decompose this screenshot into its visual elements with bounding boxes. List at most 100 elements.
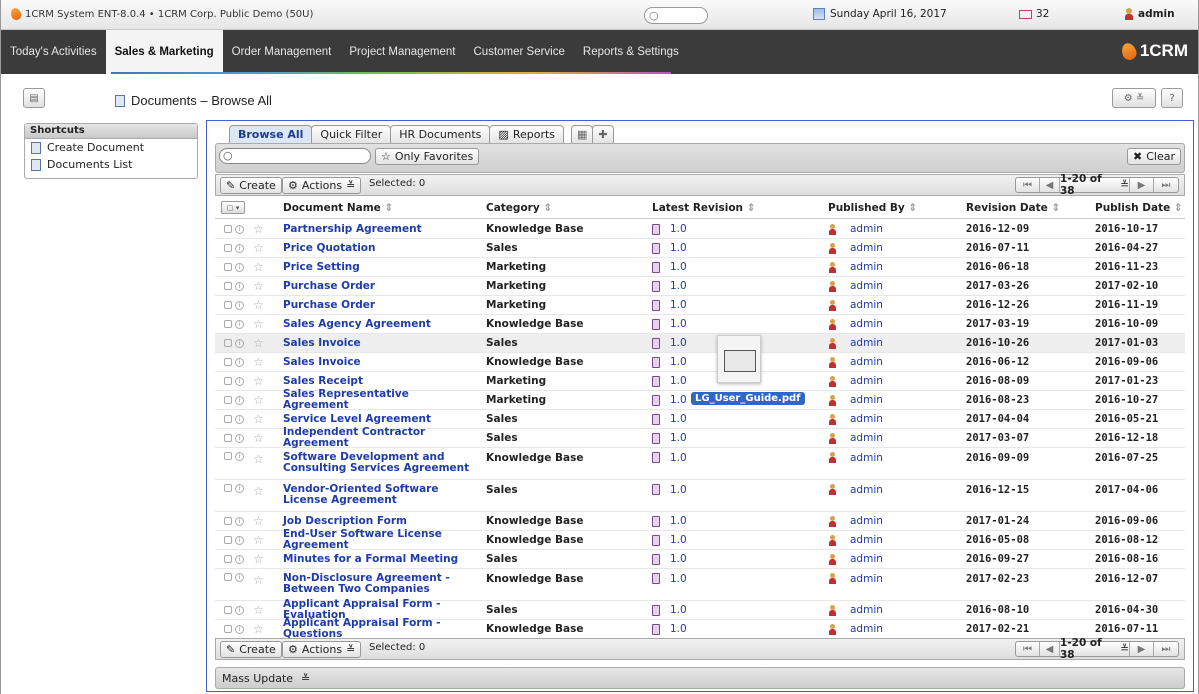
document-name-link[interactable]: Sales Representative Agreement (283, 389, 478, 411)
revision-cell[interactable]: 1.0 (652, 569, 687, 600)
clear-filter-button[interactable]: ✖ Clear (1127, 148, 1181, 165)
brand-logo[interactable]: 1CRM (1119, 40, 1188, 62)
favorite-star-icon[interactable]: ☆ (253, 533, 264, 547)
nav-tab-sales-marketing[interactable]: Sales & Marketing (105, 30, 223, 74)
table-row[interactable]: i ☆ Purchase Order Marketing 1.0 admin 2017-03… (215, 277, 1185, 296)
revision-cell[interactable]: 1.0 (652, 296, 687, 314)
favorite-star-icon[interactable]: ☆ (253, 279, 264, 293)
published-by-cell[interactable]: admin (829, 239, 883, 257)
revision-cell[interactable]: 1.0 (652, 620, 687, 638)
published-by-link[interactable]: admin (850, 534, 883, 546)
published-by-link[interactable]: admin (850, 356, 883, 368)
only-favorites-button[interactable]: ☆ Only Favorites (375, 148, 480, 165)
row-checkbox[interactable] (224, 225, 232, 233)
published-by-link[interactable]: admin (850, 280, 883, 292)
info-icon[interactable]: i (235, 535, 244, 545)
info-icon[interactable]: i (235, 243, 244, 253)
revision-link[interactable]: 1.0 (670, 223, 687, 235)
revision-cell[interactable]: 1.0 (652, 239, 687, 257)
table-row[interactable]: i ☆ Software Development and Consulting Se… (215, 448, 1185, 480)
nav-tab-todays-activities[interactable]: Today's Activities (1, 30, 106, 74)
published-by-cell[interactable]: admin (829, 601, 883, 619)
info-icon[interactable]: i (235, 300, 244, 310)
document-name-link[interactable]: Independent Contractor Agreement (283, 427, 478, 449)
row-checkbox[interactable] (224, 320, 232, 328)
calendar-date[interactable]: Sunday April 16, 2017 (813, 8, 947, 20)
document-name-link[interactable]: Applicant Appraisal Form - Questions (283, 618, 478, 640)
row-checkbox[interactable] (224, 555, 232, 563)
document-name-link[interactable]: Software Development and Consulting Serv… (283, 448, 478, 479)
table-row[interactable]: i ☆ Non-Disclosure Agreement - Between Two… (215, 569, 1185, 601)
table-row[interactable]: i ☆ Applicant Appraisal Form - Questions Kn… (215, 618, 1185, 640)
document-name-link[interactable]: Price Quotation (283, 239, 478, 257)
published-by-cell[interactable]: admin (829, 429, 883, 447)
actions-button[interactable]: ⚙ Actions ≚ (282, 177, 362, 194)
shortcut-create-document[interactable]: Create Document (25, 139, 197, 156)
revision-cell[interactable]: 1.0 (652, 531, 687, 549)
favorite-star-icon[interactable]: ☆ (253, 484, 264, 498)
published-by-cell[interactable]: admin (829, 410, 883, 428)
table-row[interactable]: i ☆ Minutes for a Formal Meeting Sales 1.0 ad… (215, 550, 1185, 569)
revision-link[interactable]: 1.0 (670, 413, 687, 425)
revision-cell[interactable]: 1.0 (652, 601, 687, 619)
table-row[interactable]: i ☆ Price Quotation Sales 1.0 admin 2016-07-11… (215, 239, 1185, 258)
published-by-link[interactable]: admin (850, 515, 883, 527)
revision-link[interactable]: 1.0 (670, 356, 687, 368)
published-by-cell[interactable]: admin (829, 512, 883, 530)
first-page-icon[interactable]: ⏮ (1016, 642, 1040, 656)
published-by-link[interactable]: admin (850, 413, 883, 425)
published-by-cell[interactable]: admin (829, 480, 883, 511)
shortcut-documents-list[interactable]: Documents List (25, 156, 197, 173)
published-by-cell[interactable]: admin (829, 258, 883, 276)
document-name-link[interactable]: Non-Disclosure Agreement - Between Two C… (283, 569, 478, 600)
revision-cell[interactable]: 1.0 (652, 480, 687, 511)
row-checkbox[interactable] (224, 244, 232, 252)
info-icon[interactable]: i (235, 319, 244, 329)
revision-cell[interactable]: 1.0 (652, 334, 687, 352)
row-checkbox[interactable] (224, 396, 232, 404)
col-header-published-by[interactable]: Published By ⇕ (828, 197, 917, 218)
document-name-link[interactable]: Sales Invoice (283, 353, 478, 371)
toggle-sidebar-button[interactable]: ▤ (23, 88, 45, 108)
revision-link[interactable]: 1.0 (670, 280, 687, 292)
revision-link[interactable]: 1.0 (670, 375, 687, 387)
row-checkbox[interactable] (224, 484, 232, 492)
nav-tab-project-management[interactable]: Project Management (340, 30, 464, 74)
info-icon[interactable]: i (235, 433, 244, 443)
nav-tab-customer-service[interactable]: Customer Service (465, 30, 574, 74)
tab-add[interactable]: ✚ (592, 125, 614, 143)
published-by-cell[interactable]: admin (829, 531, 883, 549)
published-by-link[interactable]: admin (850, 261, 883, 273)
create-button[interactable]: ✎ Create (220, 177, 282, 194)
tab-reports[interactable]: ▨ Reports (489, 125, 565, 143)
table-row[interactable]: i ☆ Independent Contractor Agreement Sales 1… (215, 427, 1185, 449)
row-checkbox[interactable] (224, 377, 232, 385)
document-name-link[interactable]: Partnership Agreement (283, 220, 478, 238)
document-name-link[interactable]: Minutes for a Formal Meeting (283, 550, 478, 568)
row-checkbox[interactable] (224, 517, 232, 525)
favorite-star-icon[interactable]: ☆ (253, 552, 264, 566)
published-by-cell[interactable]: admin (829, 391, 883, 409)
row-checkbox[interactable] (224, 573, 232, 581)
published-by-link[interactable]: admin (850, 375, 883, 387)
row-checkbox[interactable] (224, 415, 232, 423)
favorite-star-icon[interactable]: ☆ (253, 260, 264, 274)
row-checkbox[interactable] (224, 358, 232, 366)
revision-link[interactable]: 1.0 (670, 534, 687, 546)
create-button[interactable]: ✎ Create (220, 641, 282, 658)
page-range-select[interactable]: 1-20 of 38 ≚ (1060, 173, 1130, 197)
table-row[interactable]: i ☆ Sales Agency Agreement Knowledge Base 1.… (215, 315, 1185, 334)
revision-cell[interactable]: 1.0 (652, 220, 687, 238)
document-name-link[interactable]: End-User Software License Agreement (283, 529, 478, 551)
info-icon[interactable]: i (235, 281, 244, 291)
actions-button[interactable]: ⚙ Actions ≚ (282, 641, 362, 658)
published-by-link[interactable]: admin (850, 484, 883, 496)
info-icon[interactable]: i (235, 573, 244, 582)
info-icon[interactable]: i (235, 376, 244, 386)
published-by-link[interactable]: admin (850, 604, 883, 616)
favorite-star-icon[interactable]: ☆ (253, 622, 264, 636)
tab-quick-filter[interactable]: Quick Filter (311, 125, 392, 143)
revision-cell[interactable]: 1.0 (652, 429, 687, 447)
info-icon[interactable]: i (235, 395, 244, 405)
published-by-cell[interactable]: admin (829, 220, 883, 238)
